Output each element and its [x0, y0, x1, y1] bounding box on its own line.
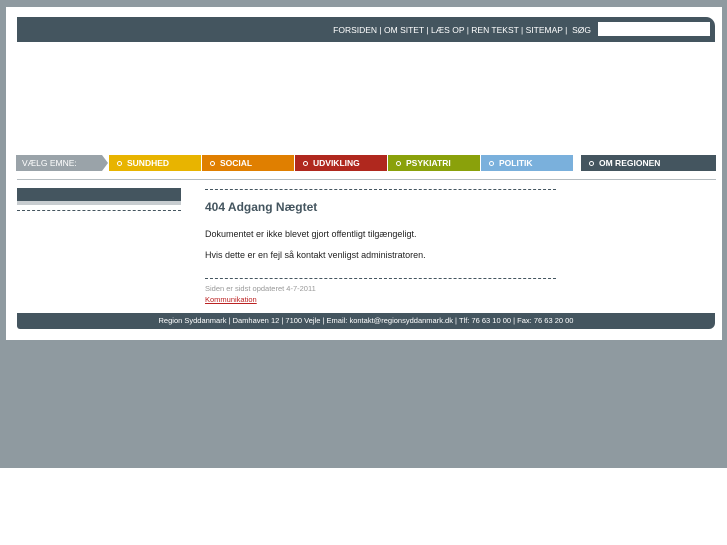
- contact-text: Hvis dette er en fejl så kontakt venligs…: [205, 250, 426, 260]
- bullet-icon: [210, 160, 215, 166]
- topic-udvikling[interactable]: UDVIKLING: [295, 155, 387, 171]
- topic-nav: VÆLG EMNE: SUNDHED SOCIAL UDVIKLING PSYK…: [16, 155, 573, 171]
- topic-label-text: UDVIKLING: [313, 158, 360, 168]
- content-divider-bottom: [205, 278, 556, 279]
- bullet-icon: [396, 160, 401, 166]
- topic-label-text: SUNDHED: [127, 158, 170, 168]
- search-label: SØG: [572, 25, 591, 35]
- page-title: 404 Adgang Nægtet: [205, 200, 318, 214]
- topic-politik[interactable]: POLITIK: [481, 155, 573, 171]
- message-text: Dokumentet er ikke blevet gjort offentli…: [205, 229, 417, 239]
- top-bar: FORSIDEN | OM SITET | LÆS OP | REN TEKST…: [17, 17, 715, 42]
- topic-om-regionen[interactable]: OM REGIONEN: [581, 155, 716, 171]
- bullet-icon: [303, 160, 308, 166]
- topic-sundhed[interactable]: SUNDHED: [109, 155, 201, 171]
- link-om-sitet[interactable]: OM SITET: [384, 25, 424, 35]
- search-input[interactable]: [598, 22, 710, 36]
- bullet-icon: [489, 160, 494, 166]
- link-laes-op[interactable]: LÆS OP: [431, 25, 464, 35]
- page-container: FORSIDEN | OM SITET | LÆS OP | REN TEKST…: [6, 7, 722, 340]
- bullet-icon: [117, 160, 122, 166]
- topic-label-text: POLITIK: [499, 158, 533, 168]
- divider: [17, 179, 716, 180]
- content-divider-top: [205, 189, 556, 190]
- link-forsiden[interactable]: FORSIDEN: [333, 25, 377, 35]
- bullet-icon: [589, 160, 594, 166]
- topic-psykiatri[interactable]: PSYKIATRI: [388, 155, 480, 171]
- topic-label-text: PSYKIATRI: [406, 158, 451, 168]
- sidebar-divider: [17, 210, 181, 211]
- updated-text: Siden er sidst opdateret 4-7-2011: [205, 284, 316, 293]
- kommunikation-link[interactable]: Kommunikation: [205, 295, 257, 304]
- om-label: OM REGIONEN: [599, 158, 661, 168]
- topic-label: VÆLG EMNE:: [16, 155, 108, 171]
- topic-label-text: SOCIAL: [220, 158, 253, 168]
- link-ren-tekst[interactable]: REN TEKST: [471, 25, 518, 35]
- topic-social[interactable]: SOCIAL: [202, 155, 294, 171]
- top-links: FORSIDEN | OM SITET | LÆS OP | REN TEKST…: [333, 25, 591, 35]
- footer: Region Syddanmark | Damhaven 12 | 7100 V…: [17, 313, 715, 329]
- sidebar-header: [17, 188, 181, 205]
- link-sitemap[interactable]: SITEMAP: [526, 25, 563, 35]
